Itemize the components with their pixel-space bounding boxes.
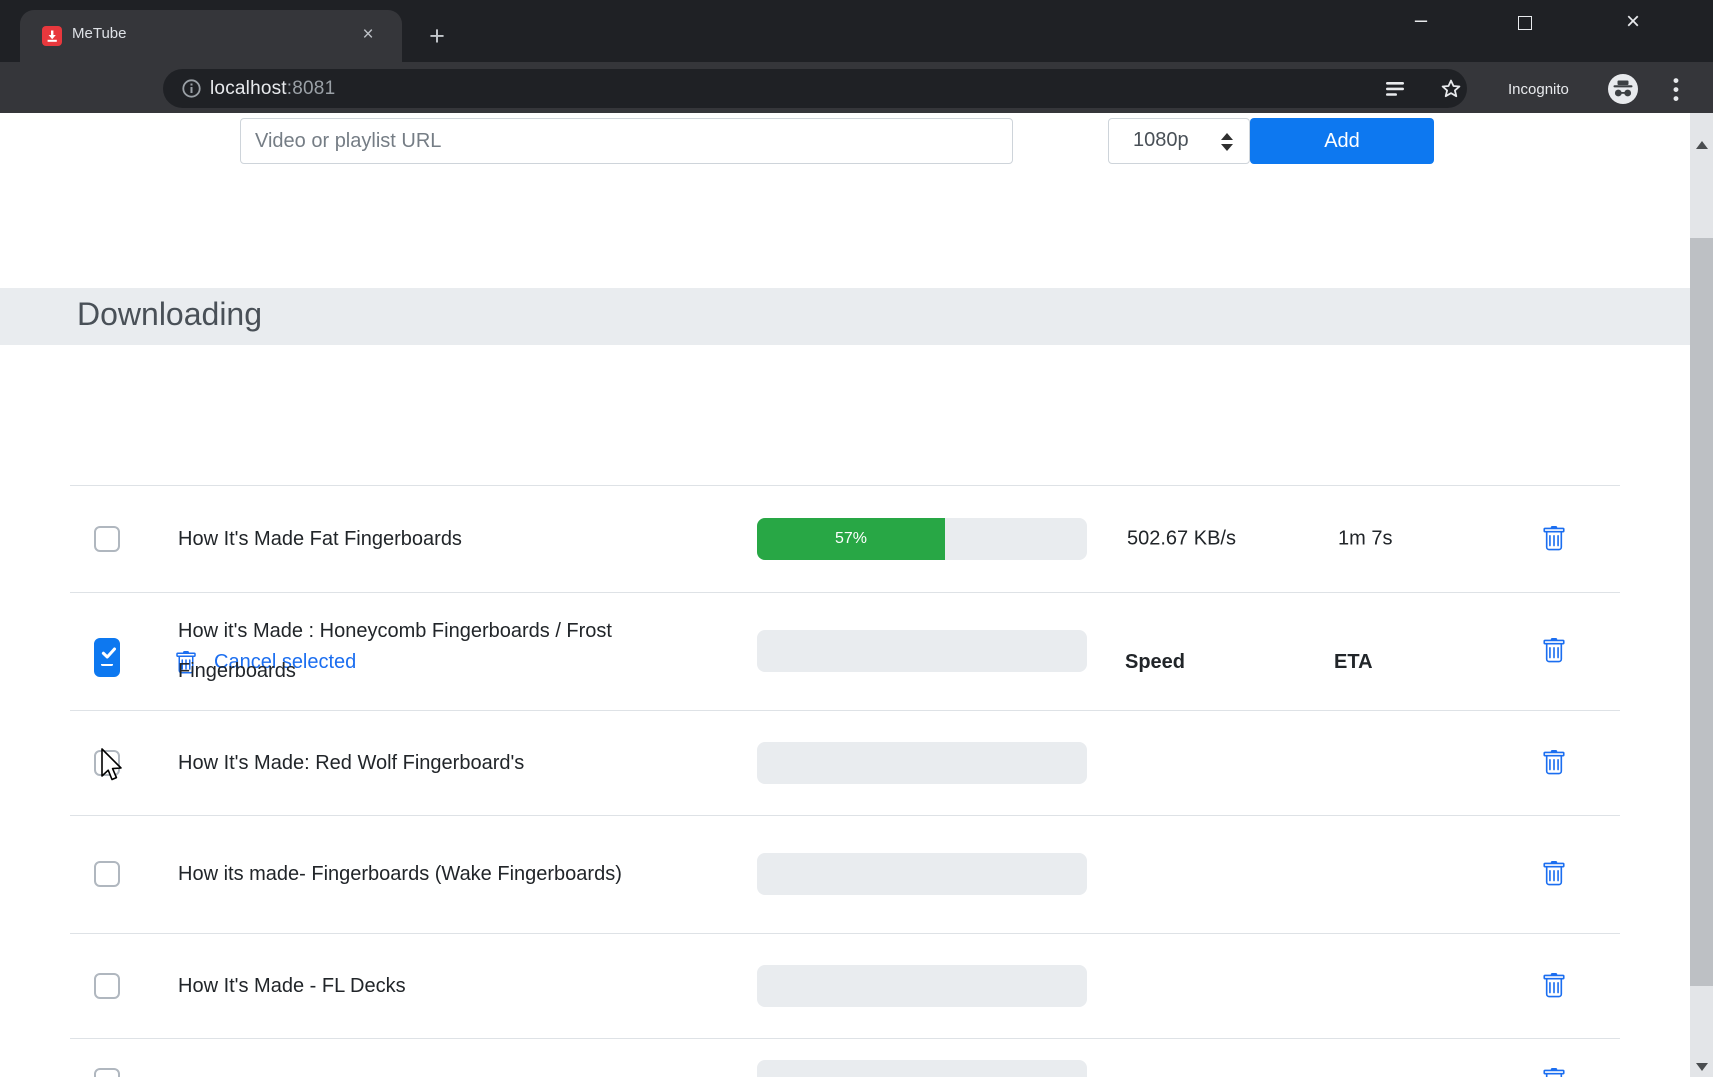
row-divider	[70, 933, 1620, 934]
url-text[interactable]: localhost:8081	[210, 78, 335, 100]
delete-download-button[interactable]	[1541, 861, 1567, 887]
row-checkbox[interactable]	[94, 526, 120, 552]
progress-bar	[757, 630, 1087, 672]
delete-download-button[interactable]	[1541, 1068, 1567, 1077]
tab-title: MeTube	[72, 25, 126, 42]
row-checkbox[interactable]	[94, 638, 120, 664]
arrow-down-icon	[1696, 1063, 1708, 1071]
tab-close-icon[interactable]: ×	[356, 23, 380, 47]
metube-page: 1080p Add Downloading Cancel selected Sp…	[0, 113, 1690, 1077]
delete-download-button[interactable]	[1541, 638, 1567, 664]
progress-bar	[757, 1060, 1087, 1077]
browser-window: MeTube × + – × localhost:8081 Incognito …	[0, 0, 1713, 1077]
browser-tab[interactable]: MeTube ×	[20, 10, 402, 62]
downloading-section-header: Downloading	[0, 288, 1690, 345]
progress-bar-fill: 57%	[757, 518, 945, 560]
quality-selected-value: 1080p	[1133, 129, 1189, 152]
progress-bar: 57%	[757, 518, 1087, 560]
row-divider	[70, 815, 1620, 816]
trash-icon	[1541, 526, 1567, 552]
window-close-button[interactable]: ×	[1611, 8, 1655, 38]
incognito-badge-icon[interactable]	[1608, 74, 1638, 104]
progress-bar	[757, 965, 1087, 1007]
plus-icon: +	[429, 21, 445, 51]
window-maximize-button[interactable]	[1503, 8, 1547, 38]
row-divider	[70, 710, 1620, 711]
arrow-up-icon	[1696, 141, 1708, 149]
download-row: How It's Made: Red Wolf Fingerboard's	[0, 710, 1690, 815]
star-icon[interactable]	[1439, 77, 1463, 101]
address-bar[interactable]	[163, 69, 1467, 108]
row-checkbox[interactable]	[94, 973, 120, 999]
download-row: How It's Made - FL Decks	[0, 933, 1690, 1038]
download-row: How its made- Fingerboards (Wake Fingerb…	[0, 815, 1690, 933]
progress-bar	[757, 742, 1087, 784]
row-divider	[70, 485, 1620, 486]
download-title: How it's Made : Honeycomb Fingerboards /…	[178, 611, 648, 691]
window-minimize-button[interactable]: –	[1399, 8, 1443, 38]
incognito-label: Incognito	[1508, 81, 1569, 98]
reading-list-icon[interactable]	[1383, 77, 1407, 101]
quality-select[interactable]: 1080p	[1108, 118, 1250, 164]
row-checkbox[interactable]	[94, 861, 120, 887]
row-divider	[70, 592, 1620, 593]
delete-download-button[interactable]	[1541, 750, 1567, 776]
download-title: How its made- Fingerboards (Wake Fingerb…	[178, 854, 622, 894]
page-scrollbar[interactable]	[1690, 113, 1713, 1077]
check-icon	[99, 643, 119, 668]
trash-icon	[1541, 861, 1567, 887]
progress-bar	[757, 853, 1087, 895]
download-title: How It's Made: Red Wolf Fingerboard's	[178, 743, 524, 783]
download-row: How it's Made : Honeycomb Fingerboards /…	[0, 592, 1690, 710]
video-url-input[interactable]	[240, 118, 1013, 164]
kebab-menu-icon[interactable]: •••	[1666, 76, 1686, 102]
metube-favicon-icon	[42, 26, 62, 46]
row-divider	[70, 1038, 1620, 1039]
scrollbar-up-button[interactable]	[1690, 113, 1713, 143]
delete-download-button[interactable]	[1541, 526, 1567, 552]
new-tab-button[interactable]: +	[422, 22, 452, 52]
row-checkbox[interactable]	[94, 750, 120, 776]
trash-icon	[1541, 638, 1567, 664]
download-title: How It's Made Fat Fingerboards	[178, 519, 462, 559]
download-speed: 502.67 KB/s	[1127, 527, 1236, 550]
download-title: How It's Made - FL Decks	[178, 966, 406, 1006]
add-button[interactable]: Add	[1250, 118, 1434, 164]
downloads-table-header: Cancel selected Speed ETA	[0, 345, 1690, 485]
delete-download-button[interactable]	[1541, 973, 1567, 999]
scrollbar-down-button[interactable]	[1690, 1047, 1713, 1077]
trash-icon	[1541, 973, 1567, 999]
row-checkbox[interactable]	[94, 1068, 120, 1077]
info-icon[interactable]	[181, 78, 202, 99]
scrollbar-thumb[interactable]	[1690, 238, 1713, 986]
download-row	[0, 1038, 1690, 1077]
chevron-updown-icon	[1221, 132, 1233, 152]
download-eta: 1m 7s	[1338, 527, 1392, 550]
trash-icon	[1541, 750, 1567, 776]
tab-strip: MeTube × + – ×	[0, 0, 1713, 62]
download-row: How It's Made Fat Fingerboards 57% 502.6…	[0, 485, 1690, 592]
section-title: Downloading	[77, 296, 262, 333]
trash-icon	[1541, 1068, 1567, 1077]
